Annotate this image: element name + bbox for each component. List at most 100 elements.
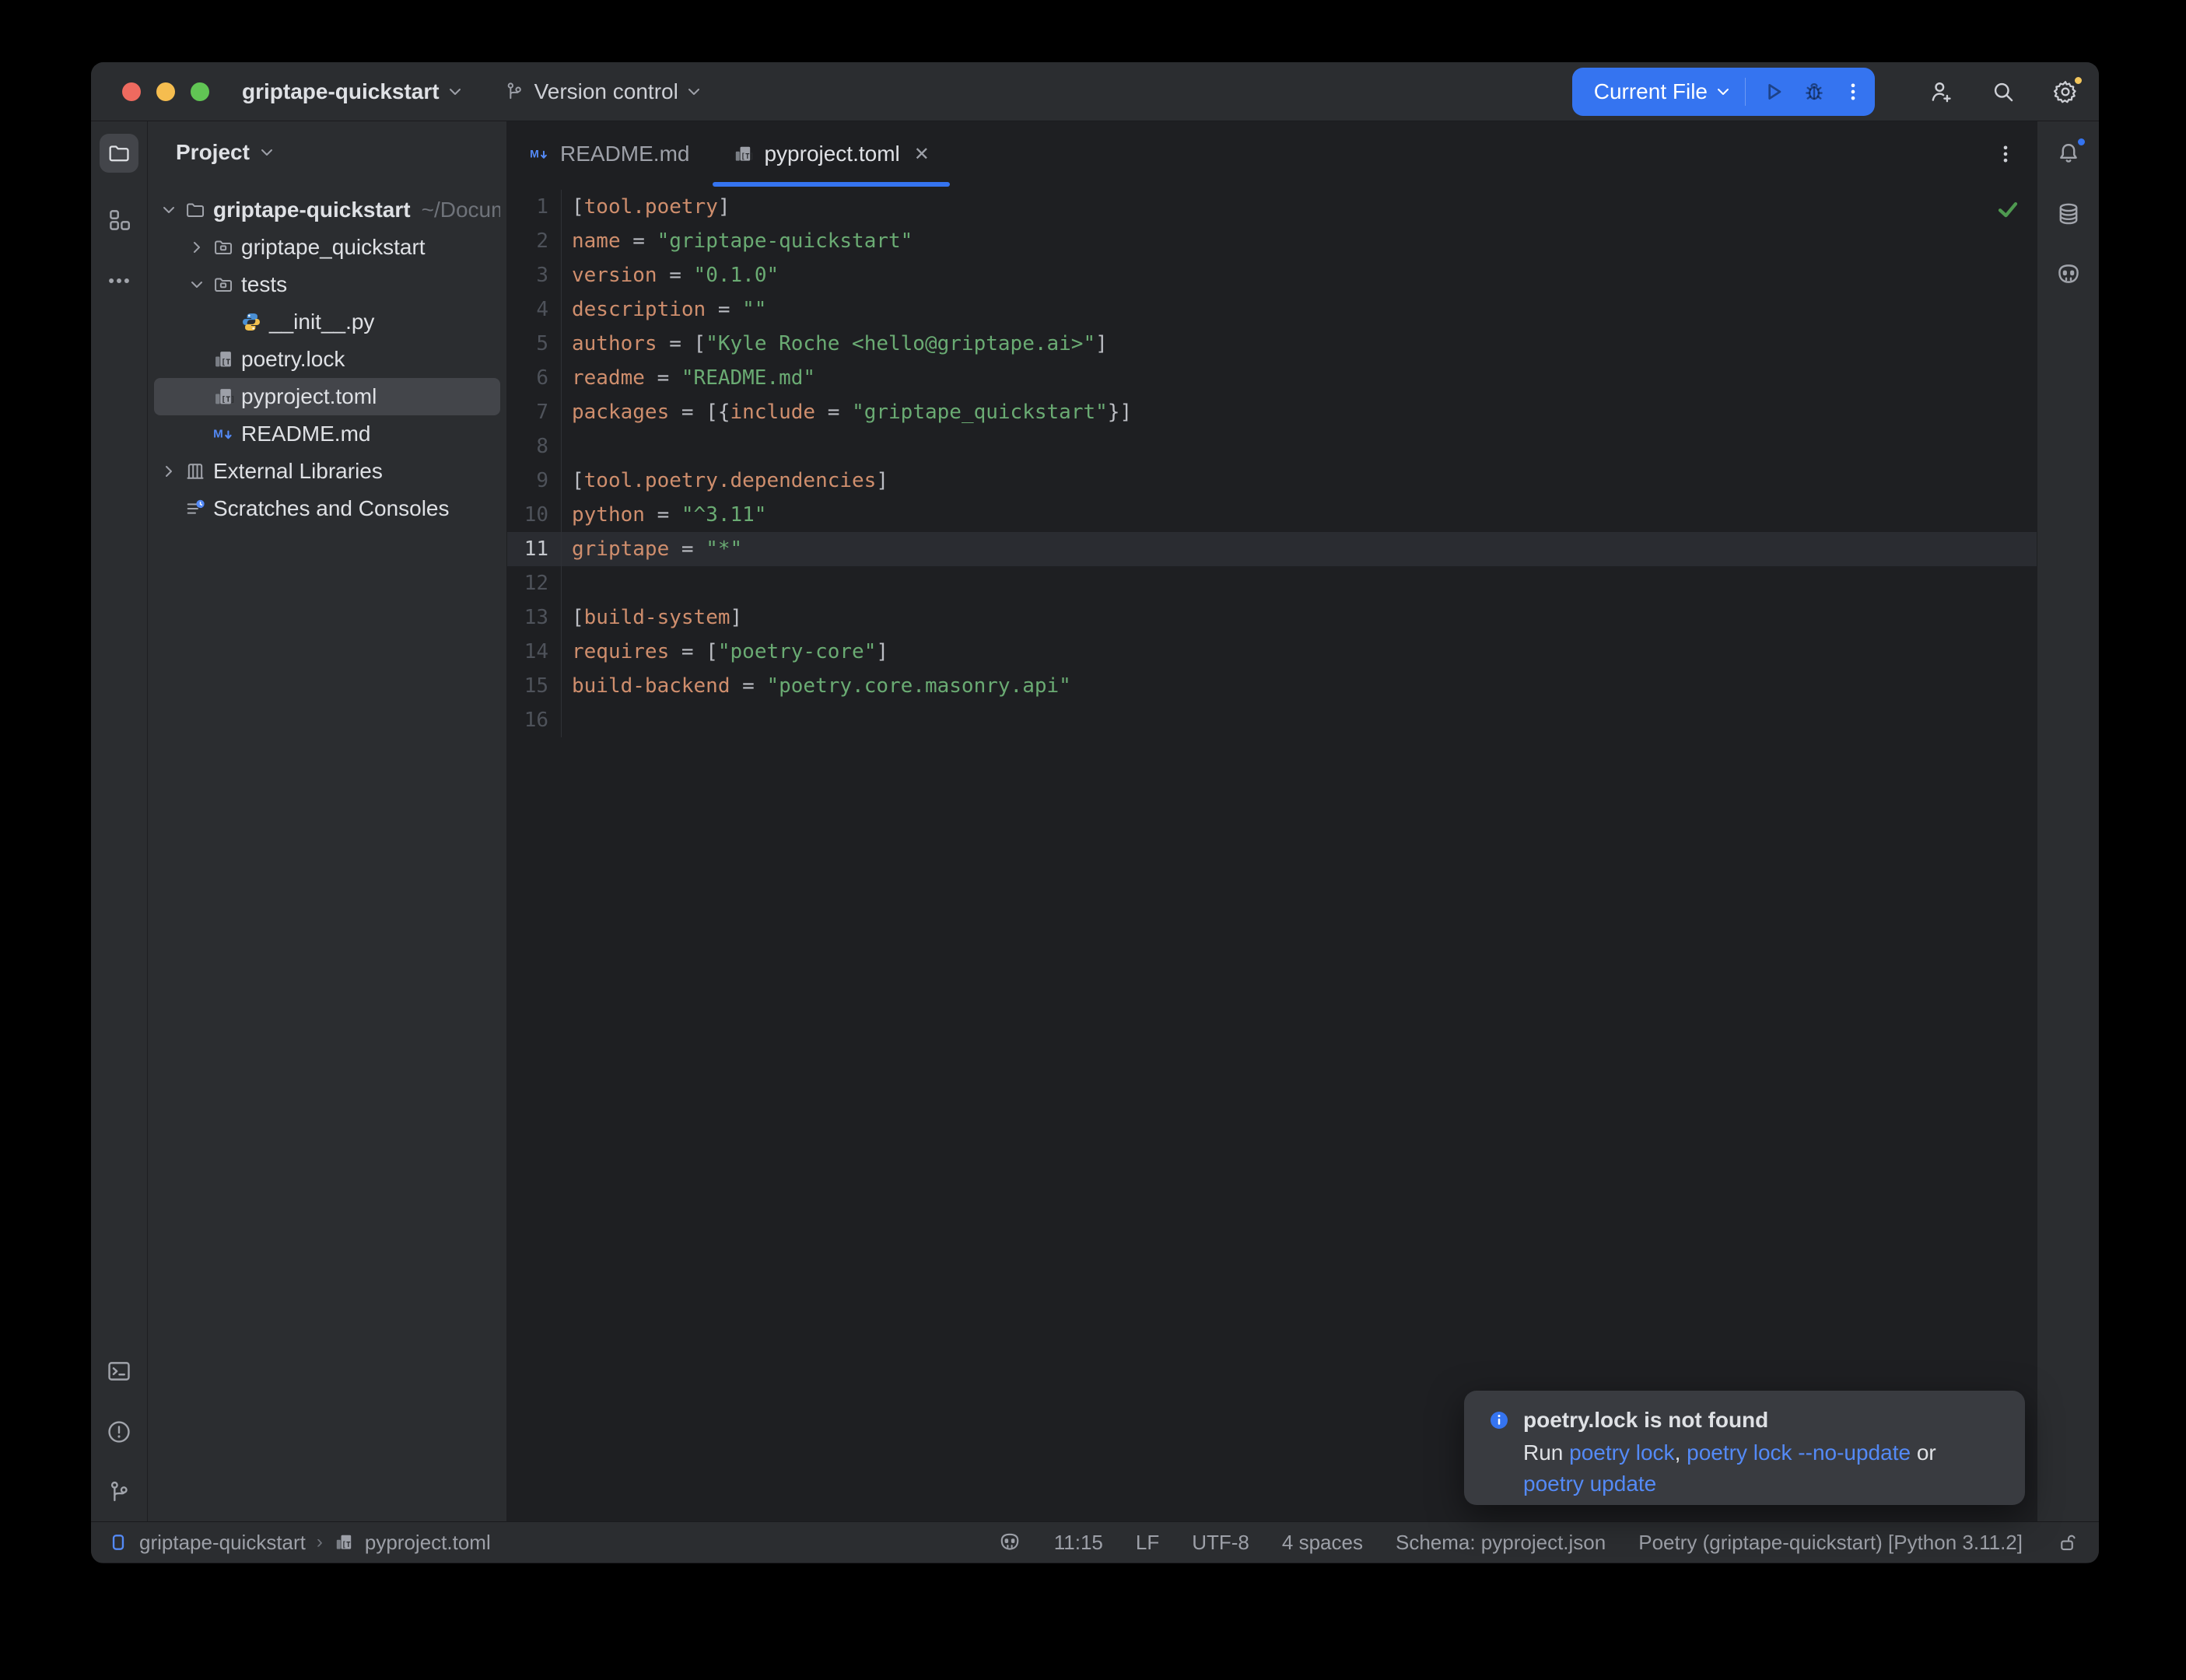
code-line[interactable]: 4description = "" [507, 292, 2037, 327]
code-line[interactable]: 2name = "griptape-quickstart" [507, 224, 2037, 258]
tree-item-readme-md[interactable]: README.md [154, 415, 500, 453]
code-text: python = "^3.11" [561, 498, 766, 532]
right-tool-strip [2037, 121, 2099, 1521]
code-line[interactable]: 7packages = [{include = "griptape_quicks… [507, 395, 2037, 429]
line-number: 12 [507, 566, 561, 600]
tree-item-label: External Libraries [213, 459, 383, 484]
notifications-button[interactable] [2055, 140, 2082, 166]
unlock-icon[interactable] [2055, 1531, 2079, 1554]
tree-item-label: pyproject.toml [241, 384, 377, 409]
package-folder-icon [212, 236, 235, 258]
line-number: 11 [507, 532, 561, 566]
code-line[interactable]: 5authors = ["Kyle Roche <hello@griptape.… [507, 327, 2037, 361]
run-config-selector[interactable]: Current File [1594, 79, 1729, 104]
code-text: authors = ["Kyle Roche <hello@griptape.a… [561, 327, 1108, 361]
code-line[interactable]: 16 [507, 703, 2037, 737]
inspections-ok-check-icon[interactable] [1996, 198, 2020, 221]
breadcrumb-project[interactable]: griptape-quickstart [139, 1531, 306, 1555]
tab-readme-md[interactable]: README.md [507, 121, 711, 187]
code-line[interactable]: 3version = "0.1.0" [507, 258, 2037, 292]
notification-text: or [1911, 1440, 1936, 1465]
tree-item-init-py[interactable]: __init__.py [154, 303, 500, 341]
chevron-right-icon[interactable] [185, 241, 208, 254]
run-button-play-icon[interactable] [1761, 79, 1786, 104]
notification-text: , [1675, 1440, 1687, 1465]
line-number: 2 [507, 224, 561, 258]
line-number: 14 [507, 635, 561, 669]
tree-item-root[interactable]: griptape-quickstart ~/Docume [154, 191, 500, 229]
code-line[interactable]: 9[tool.poetry.dependencies] [507, 464, 2037, 498]
run-widget: Current File [1572, 68, 1875, 116]
tab-options-button[interactable] [1995, 121, 2016, 187]
poetry-lock-link[interactable]: poetry lock [1569, 1440, 1674, 1465]
close-tab-icon[interactable]: ✕ [914, 143, 930, 166]
debug-button-bug-icon[interactable] [1802, 79, 1827, 104]
add-user-button[interactable] [1928, 79, 1954, 105]
database-icon [2055, 201, 2082, 227]
poetry-lock-no-update-link[interactable]: poetry lock --no-update [1687, 1440, 1911, 1465]
chevron-down-icon[interactable] [157, 205, 180, 215]
poetry-update-link[interactable]: poetry update [1523, 1472, 1656, 1496]
problems-tool-window-button[interactable] [106, 1419, 132, 1445]
tab-pyproject-toml[interactable]: pyproject.toml ✕ [711, 121, 951, 187]
line-ending-widget[interactable]: LF [1136, 1531, 1159, 1555]
code-text: name = "griptape-quickstart" [561, 224, 913, 258]
minimize-window-button[interactable] [156, 82, 175, 101]
notification-popup[interactable]: poetry.lock is not found Run poetry lock… [1464, 1391, 2025, 1505]
version-control-widget[interactable]: Version control [503, 79, 700, 104]
project-widget[interactable]: griptape-quickstart [242, 79, 461, 104]
code-line[interactable]: 13[build-system] [507, 600, 2037, 635]
code-line[interactable]: 11griptape = "*" [507, 532, 2037, 566]
code-line[interactable]: 8 [507, 429, 2037, 464]
code-line[interactable]: 1[tool.poetry] [507, 190, 2037, 224]
chevron-down-icon[interactable] [185, 279, 208, 290]
tree-item-pyproject-toml[interactable]: pyproject.toml [154, 378, 500, 415]
project-panel-header[interactable]: Project [148, 121, 506, 184]
chevron-down-icon [449, 86, 461, 97]
code-line[interactable]: 6readme = "README.md" [507, 361, 2037, 395]
breadcrumb-file[interactable]: pyproject.toml [365, 1531, 491, 1555]
chevron-right-icon[interactable] [157, 465, 180, 478]
scratches-icon [184, 498, 207, 520]
code-text: packages = [{include = "griptape_quickst… [561, 395, 1132, 429]
structure-tool-window-button[interactable] [106, 207, 132, 233]
cursor-position-widget[interactable]: 11:15 [1054, 1531, 1103, 1555]
zoom-window-button[interactable] [191, 82, 209, 101]
interpreter-widget[interactable]: Poetry (griptape-quickstart) [Python 3.1… [1638, 1531, 2023, 1555]
person-add-icon [1928, 79, 1954, 105]
tree-item-path: ~/Docume [422, 198, 500, 222]
code-line[interactable]: 14requires = ["poetry-core"] [507, 635, 2037, 669]
code-text: version = "0.1.0" [561, 258, 779, 292]
tree-item-external-libraries[interactable]: External Libraries [154, 453, 500, 490]
search-everywhere-button[interactable] [1990, 79, 2016, 105]
schema-widget[interactable]: Schema: pyproject.json [1396, 1531, 1606, 1555]
code-line[interactable]: 15build-backend = "poetry.core.masonry.a… [507, 669, 2037, 703]
code-editor[interactable]: 1[tool.poetry]2name = "griptape-quicksta… [507, 187, 2037, 1521]
database-tool-window-button[interactable] [2055, 201, 2082, 227]
terminal-tool-window-button[interactable] [106, 1358, 132, 1384]
version-control-tool-window-button[interactable] [106, 1479, 132, 1506]
more-run-options-kebab-icon[interactable] [1842, 81, 1864, 103]
code-line[interactable]: 10python = "^3.11" [507, 498, 2037, 532]
tree-item-poetry-lock[interactable]: poetry.lock [154, 341, 500, 378]
settings-button[interactable] [2052, 79, 2079, 105]
copilot-status-icon[interactable] [998, 1531, 1021, 1554]
project-tool-window-button[interactable] [100, 134, 138, 173]
tree-item-scratches[interactable]: Scratches and Consoles [154, 490, 500, 527]
line-number: 9 [507, 464, 561, 498]
code-text: description = "" [561, 292, 766, 327]
more-tool-windows-button[interactable] [106, 268, 132, 294]
tree-item-label: griptape_quickstart [241, 235, 426, 260]
ai-assistant-button[interactable] [2055, 261, 2082, 288]
code-text [561, 703, 572, 737]
library-icon [184, 460, 207, 482]
code-line[interactable]: 12 [507, 566, 2037, 600]
tree-item-tests[interactable]: tests [154, 266, 500, 303]
code-lines: 1[tool.poetry]2name = "griptape-quicksta… [507, 190, 2037, 737]
encoding-widget[interactable]: UTF-8 [1192, 1531, 1249, 1555]
title-bar: griptape-quickstart Version control Curr… [91, 62, 2099, 121]
indent-widget[interactable]: 4 spaces [1282, 1531, 1363, 1555]
close-window-button[interactable] [122, 82, 141, 101]
editor-area: README.md pyproject.toml ✕ 1[tool.poetry… [507, 121, 2037, 1521]
tree-item-griptape-quickstart-pkg[interactable]: griptape_quickstart [154, 229, 500, 266]
